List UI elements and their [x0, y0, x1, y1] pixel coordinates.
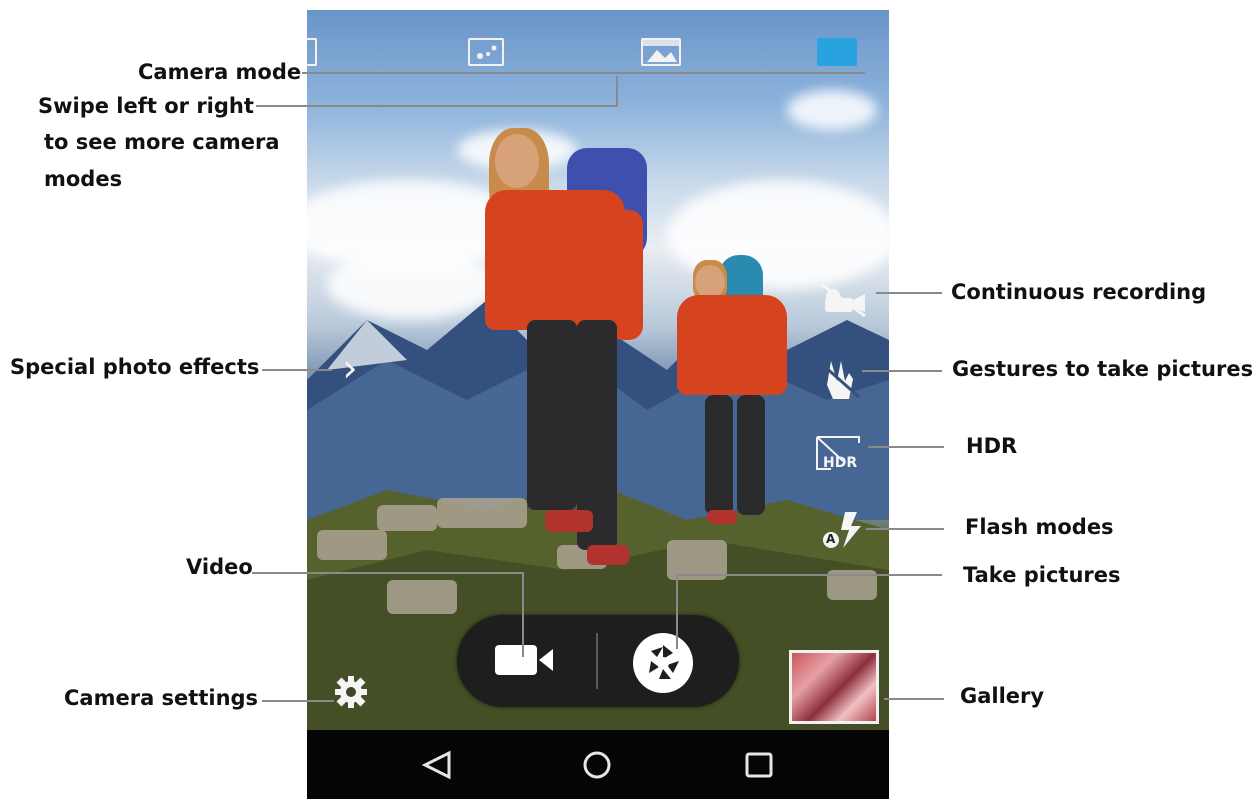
callout-swipe-line2: to see more camera — [44, 130, 280, 154]
callout-line — [868, 446, 944, 448]
callout-line — [262, 700, 334, 702]
callout-line — [876, 292, 942, 294]
callout-line — [616, 76, 618, 107]
rock — [317, 530, 387, 560]
shutter-button[interactable] — [633, 633, 693, 693]
navigation-bar — [307, 730, 889, 799]
callout-continuous-recording: Continuous recording — [951, 280, 1207, 304]
video-camera-icon — [495, 645, 537, 675]
camera-viewfinder[interactable]: › HDR A — [307, 10, 889, 799]
callout-line — [302, 72, 865, 74]
capture-controls — [457, 615, 739, 707]
panorama-icon[interactable] — [307, 38, 317, 66]
hiker-back — [667, 255, 797, 540]
callout-hdr: HDR — [966, 434, 1018, 458]
callout-gestures: Gestures to take pictures — [952, 357, 1254, 381]
shutter-icon — [639, 639, 687, 687]
video-record-button[interactable] — [487, 637, 567, 687]
gesture-icon[interactable] — [819, 355, 863, 403]
callout-line — [862, 370, 942, 372]
recents-icon[interactable] — [743, 750, 775, 784]
hdr-icon[interactable]: HDR — [813, 433, 863, 473]
callout-swipe-line3: modes — [44, 167, 123, 191]
callout-video: Video — [186, 555, 253, 579]
gallery-thumbnail[interactable] — [789, 650, 879, 724]
callout-line — [522, 572, 524, 657]
cloud — [787, 90, 877, 130]
callout-line — [866, 528, 944, 530]
video-camera-lens — [539, 649, 553, 671]
back-icon[interactable] — [421, 750, 453, 784]
callout-line — [256, 105, 618, 107]
hiker-front — [477, 120, 677, 580]
callout-swipe-line1: Swipe left or right — [38, 94, 254, 118]
callout-camera-settings: Camera settings — [64, 686, 259, 710]
capture-divider — [596, 633, 598, 689]
flash-auto-icon[interactable]: A — [819, 510, 869, 550]
callout-line — [676, 574, 678, 649]
rock — [377, 505, 437, 531]
continuous-recording-icon[interactable] — [815, 278, 871, 318]
callout-gallery: Gallery — [960, 684, 1045, 708]
hdr-icon-text: HDR — [823, 455, 858, 471]
callout-special-effects: Special photo effects — [10, 355, 260, 379]
chevron-right-icon[interactable]: › — [335, 349, 365, 390]
home-icon[interactable] — [581, 750, 613, 784]
photo-mode-icon[interactable] — [817, 38, 857, 66]
scene-icon[interactable] — [468, 38, 504, 66]
callout-line — [884, 698, 944, 700]
callout-line — [252, 572, 524, 574]
callout-line — [678, 574, 942, 576]
landscape-icon[interactable] — [641, 38, 681, 66]
callout-camera-mode: Camera mode — [138, 60, 302, 84]
rock — [387, 580, 457, 614]
callout-take-pictures: Take pictures — [963, 563, 1121, 587]
callout-flash-modes: Flash modes — [965, 515, 1114, 539]
settings-gear-icon[interactable] — [333, 674, 369, 710]
flash-auto-text: A — [826, 532, 836, 546]
callout-line — [262, 369, 332, 371]
